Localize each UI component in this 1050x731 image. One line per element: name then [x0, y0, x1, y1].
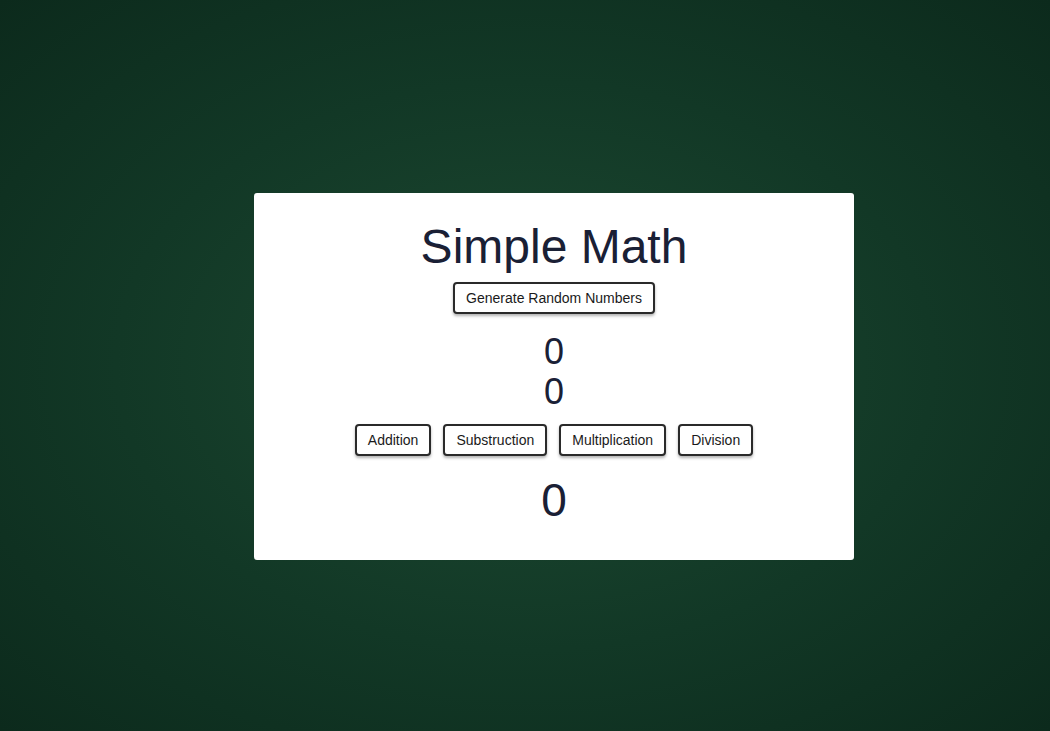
math-card: Simple MathGenerate Random Numbers00Addi…	[254, 193, 854, 560]
operation-button[interactable]: Division	[678, 424, 753, 456]
chalkboard-background: Simple MathGenerate Random Numbers00Addi…	[0, 0, 1050, 731]
title: Simple Math	[421, 219, 688, 274]
numbers: 00	[544, 332, 564, 412]
operation-buttons: Addition Substruction Multiplication Divisi…	[355, 424, 753, 456]
operation-button[interactable]: Addition	[355, 424, 432, 456]
operation-button[interactable]: Substruction	[443, 424, 547, 456]
result-value: 0	[541, 474, 567, 526]
number-value: 0	[544, 372, 564, 412]
operation-button[interactable]: Multiplication	[559, 424, 666, 456]
number-value: 0	[544, 332, 564, 372]
generate-button[interactable]: Generate Random Numbers	[453, 282, 655, 314]
